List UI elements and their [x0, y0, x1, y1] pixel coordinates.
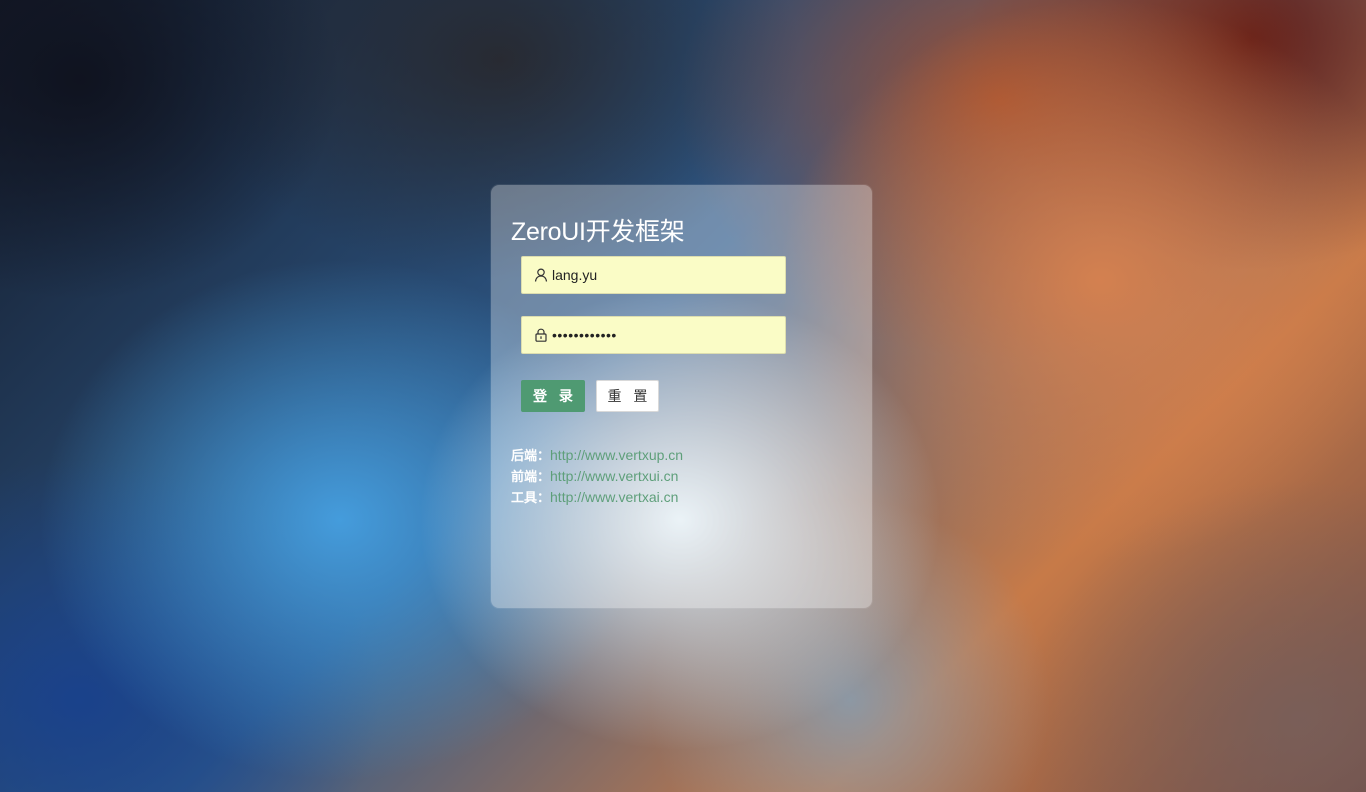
- lock-icon: [534, 328, 548, 342]
- link-frontend[interactable]: http://www.vertxui.cn: [550, 468, 678, 484]
- link-row-backend: 后端：http://www.vertxup.cn: [511, 445, 683, 466]
- username-field[interactable]: lang.yu: [521, 256, 786, 294]
- link-label-backend: 后端：: [511, 448, 551, 463]
- user-icon: [534, 268, 548, 282]
- login-card: ZeroUI开发框架 lang.yu •••••••••••• 登 录 重 置 …: [491, 185, 872, 608]
- link-row-frontend: 前端：http://www.vertxui.cn: [511, 466, 683, 487]
- link-row-tools: 工具：http://www.vertxai.cn: [511, 487, 683, 508]
- password-value: ••••••••••••: [552, 327, 617, 343]
- reset-button[interactable]: 重 置: [596, 380, 659, 412]
- link-backend[interactable]: http://www.vertxup.cn: [550, 447, 683, 463]
- username-value: lang.yu: [552, 267, 598, 283]
- password-field[interactable]: ••••••••••••: [521, 316, 786, 354]
- link-label-frontend: 前端：: [511, 469, 551, 484]
- site-links: 后端：http://www.vertxup.cn 前端：http://www.v…: [511, 445, 683, 508]
- login-button[interactable]: 登 录: [521, 380, 585, 412]
- link-tools[interactable]: http://www.vertxai.cn: [550, 489, 678, 505]
- login-title: ZeroUI开发框架: [511, 218, 685, 246]
- link-label-tools: 工具：: [511, 490, 551, 505]
